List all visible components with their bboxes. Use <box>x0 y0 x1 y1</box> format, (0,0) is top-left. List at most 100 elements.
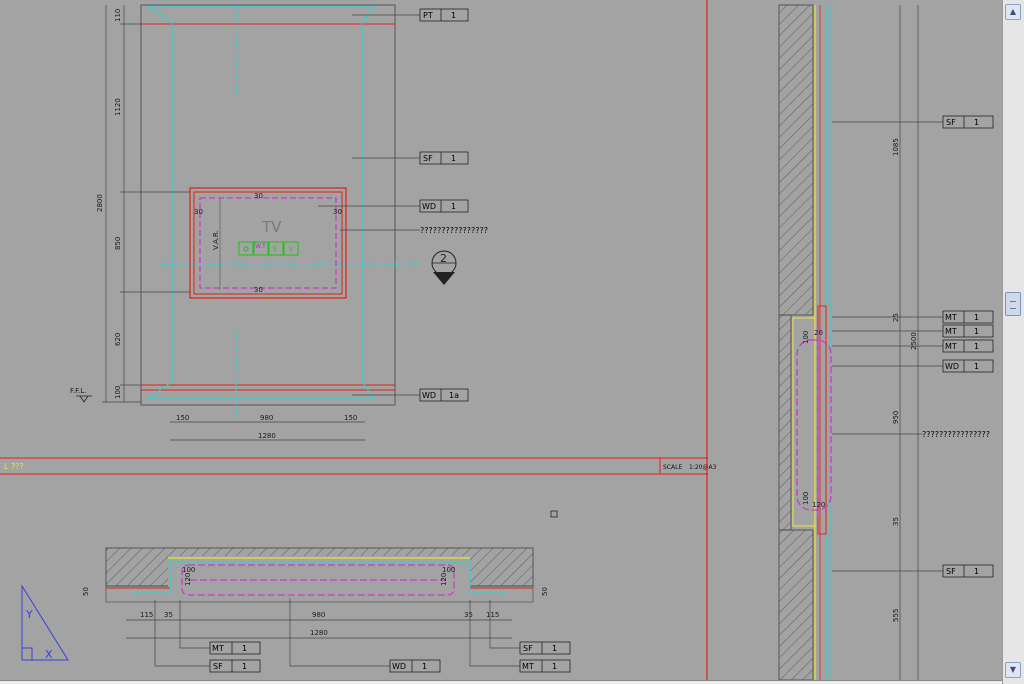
svg-text:1: 1 <box>451 154 456 163</box>
svg-text:1a: 1a <box>449 391 459 400</box>
dim-1280: 1280 <box>258 432 276 440</box>
svg-text:1: 1 <box>974 342 979 351</box>
svg-text:1: 1 <box>974 567 979 576</box>
section-callout-mt-1[interactable]: MT 1 <box>942 310 994 324</box>
tv-label: TV <box>261 218 282 236</box>
svg-text:SF: SF <box>213 662 223 671</box>
plan-callout-sf-right[interactable]: SF 1 <box>519 641 571 655</box>
section-callout-mt-3[interactable]: MT 1 <box>942 339 994 353</box>
section-note: ???????????????? <box>922 430 990 439</box>
sec-dim-100-bottom: 100 <box>802 492 810 505</box>
scroll-down-icon[interactable]: ▼ <box>1005 662 1021 678</box>
elevation-callouts: PT 1 SF 1 WD 1 ???????????????? WD 1a <box>318 8 488 402</box>
detail-marker[interactable]: 2 <box>431 250 457 285</box>
svg-text:1: 1 <box>974 327 979 336</box>
svg-text:1: 1 <box>451 11 456 20</box>
svg-text:SF: SF <box>946 567 956 576</box>
plan-callouts: MT 1 SF 1 WD 1 SF 1 MT 1 <box>154 600 571 673</box>
callout-pt[interactable]: PT 1 <box>419 8 469 22</box>
ucs-icon: Y X <box>21 584 69 661</box>
svg-text:MT: MT <box>212 644 224 653</box>
sec-dim-25: 25 <box>892 313 900 322</box>
sec-dim-35: 35 <box>892 517 900 526</box>
svg-text:1: 1 <box>242 662 247 671</box>
frame-dim-top: 30 <box>254 192 263 200</box>
callout-wd[interactable]: WD 1 <box>419 199 469 213</box>
sec-dim-2500: 2500 <box>910 332 918 350</box>
dim-150-left: 150 <box>176 414 189 422</box>
title-bar: L ??? SCALE 1:20@A3 <box>0 457 717 475</box>
scroll-thumb[interactable] <box>1005 292 1021 316</box>
section-view: 1085 25 2500 20 100 950 100 120 35 555 <box>778 4 919 680</box>
dim-620: 620 <box>114 333 122 346</box>
sec-dim-950: 950 <box>892 411 900 424</box>
svg-text:SF: SF <box>423 154 433 163</box>
svg-text:SF: SF <box>946 118 956 127</box>
section-callout-wd[interactable]: WD 1 <box>942 359 994 373</box>
callout-wd-1a[interactable]: WD 1a <box>419 388 469 402</box>
ucs-x: X <box>45 648 53 661</box>
plan-view: 50 115 35 100 120 100 120 980 35 115 50 … <box>82 547 549 662</box>
svg-text:1: 1 <box>552 644 557 653</box>
dim-850: 850 <box>114 237 122 250</box>
var-label: V.A.R. <box>212 230 220 250</box>
plan-dim-35-left: 35 <box>164 611 173 619</box>
scale-label: SCALE <box>663 464 682 471</box>
detail-marker-number: 2 <box>440 252 447 265</box>
svg-text:MT: MT <box>522 662 534 671</box>
outlet-s: S <box>273 246 277 253</box>
plan-dim-1280: 1280 <box>310 629 328 637</box>
plan-callout-mt-right[interactable]: MT 1 <box>519 659 571 673</box>
elevation-view: V.A.R. TV W.T S V 30 30 30 30 110 1120 2… <box>70 4 457 441</box>
svg-text:1: 1 <box>422 662 427 671</box>
plan-dim-120-left: 120 <box>184 573 192 586</box>
plan-callout-wd[interactable]: WD 1 <box>389 659 441 673</box>
sec-dim-555: 555 <box>892 609 900 622</box>
svg-text:1: 1 <box>974 313 979 322</box>
svg-text:1: 1 <box>974 118 979 127</box>
dim-2800: 2800 <box>96 194 104 212</box>
svg-text:MT: MT <box>945 342 957 351</box>
svg-text:WD: WD <box>422 391 436 400</box>
scale-value: 1:20@A3 <box>689 464 717 471</box>
plan-dim-120-right: 120 <box>440 573 448 586</box>
outlet-v: V <box>289 246 294 253</box>
svg-text:WD: WD <box>945 362 959 371</box>
vertical-scrollbar[interactable]: ▲ ▼ <box>1002 0 1024 684</box>
svg-text:1: 1 <box>552 662 557 671</box>
layout-tab-strip[interactable] <box>0 680 1002 684</box>
outlet-wt: W.T <box>255 243 266 250</box>
sec-dim-120: 120 <box>812 501 825 509</box>
svg-text:MT: MT <box>945 327 957 336</box>
section-callout-mt-2[interactable]: MT 1 <box>942 324 994 338</box>
svg-text:MT: MT <box>945 313 957 322</box>
svg-text:1: 1 <box>974 362 979 371</box>
plan-dim-115-right: 115 <box>486 611 499 619</box>
svg-text:PT: PT <box>423 11 433 20</box>
dim-150-right: 150 <box>344 414 357 422</box>
svg-text:SF: SF <box>523 644 533 653</box>
plan-dim-50-left: 50 <box>82 587 90 596</box>
dim-110: 110 <box>114 9 122 22</box>
plan-callout-mt-left[interactable]: MT 1 <box>209 641 261 655</box>
outlet-group: W.T S V <box>238 241 299 256</box>
plan-dim-50-right: 50 <box>541 587 549 596</box>
section-callout-sf-bottom[interactable]: SF 1 <box>942 564 994 578</box>
plan-callout-sf-left[interactable]: SF 1 <box>209 659 261 673</box>
callout-sf[interactable]: SF 1 <box>419 151 469 165</box>
frame-dim-right: 30 <box>333 208 342 216</box>
sec-dim-100-top: 100 <box>802 331 810 344</box>
sec-dim-1085: 1085 <box>892 138 900 156</box>
dim-980: 980 <box>260 414 273 422</box>
ucs-y: Y <box>25 608 33 621</box>
scroll-up-icon[interactable]: ▲ <box>1005 4 1021 20</box>
dim-100: 100 <box>114 386 122 399</box>
section-callout-sf-top[interactable]: SF 1 <box>942 115 994 129</box>
drawing-canvas[interactable]: V.A.R. TV W.T S V 30 30 30 30 110 1120 2… <box>0 0 1002 680</box>
ffl-label: F.F.L. <box>70 387 86 395</box>
sheet-title: L ??? <box>4 462 24 471</box>
plan-dim-115-left: 115 <box>140 611 153 619</box>
svg-text:1: 1 <box>451 202 456 211</box>
plan-dim-35-right: 35 <box>464 611 473 619</box>
svg-text:1: 1 <box>242 644 247 653</box>
